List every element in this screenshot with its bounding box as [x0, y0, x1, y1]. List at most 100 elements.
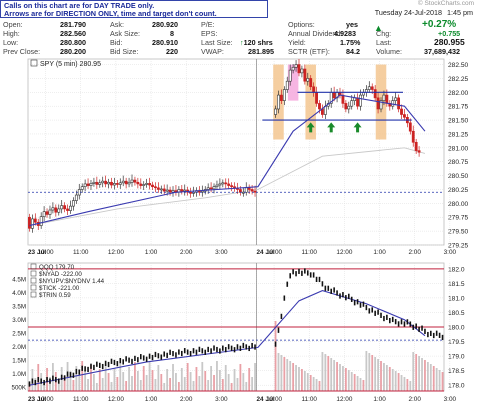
- last-value: 280.955: [434, 37, 465, 47]
- breadth-bar: [286, 359, 289, 391]
- breadth-bar: [391, 369, 394, 391]
- sctr-value: 84.2: [346, 47, 360, 56]
- breadth-bar: [145, 375, 148, 391]
- spy-candle: [139, 183, 143, 186]
- ask-size-label: Ask Size:: [110, 29, 140, 38]
- breadth-bar: [432, 366, 435, 391]
- spy-candle: [279, 94, 283, 101]
- breadth-bar: [251, 377, 254, 391]
- volume-value: 37,689,432: [424, 47, 460, 56]
- spy-candle: [71, 200, 75, 207]
- breadth-bar: [353, 374, 356, 391]
- spy-candle: [303, 68, 307, 82]
- spy-candle: [151, 184, 154, 188]
- breadth-bar: [400, 375, 403, 391]
- sctr-label: SCTR (ETF):: [288, 47, 330, 56]
- breadth-bar: [248, 368, 251, 391]
- spy-candle: [104, 180, 108, 185]
- breadth-bar: [163, 383, 166, 391]
- spy-candle: [28, 216, 31, 229]
- breadth-bar: [426, 362, 429, 391]
- spy-candle: [101, 180, 105, 184]
- spy-x-tick: 10:00: [38, 249, 54, 256]
- breadth-bar: [154, 379, 157, 391]
- qqq-volume-tick: 2.0M: [12, 344, 26, 351]
- breadth-bar: [383, 363, 385, 391]
- spy-candle: [400, 108, 403, 115]
- last-label: Last:: [376, 38, 392, 47]
- spy-x-tick: 1:00: [373, 249, 386, 256]
- breadth-bar: [142, 366, 145, 391]
- quote-table: Open: 281.790 High: 282.560 Low: 280.800…: [0, 19, 480, 56]
- spy-candle: [86, 183, 90, 186]
- breadth-bar: [131, 376, 133, 391]
- spy-candle: [291, 67, 295, 71]
- spy-candle: [221, 182, 225, 185]
- qqq-volume-tick: 4.0M: [12, 290, 26, 297]
- breadth-bar: [224, 365, 227, 391]
- bid-value: 280.910: [152, 38, 178, 47]
- breadth-bar: [306, 373, 309, 391]
- spy-y-tick: 282.50: [448, 62, 469, 69]
- qqq-y-tick: 181.0: [448, 295, 465, 302]
- breadth-bar: [359, 378, 362, 391]
- breadth-bar: [101, 378, 104, 391]
- high-value: 282.560: [60, 29, 86, 38]
- breadth-bar: [333, 360, 336, 391]
- breadth-bar: [186, 363, 189, 391]
- spy-candle: [136, 181, 140, 185]
- spy-candle: [215, 184, 219, 188]
- qqq-volume-tick: 2.5M: [12, 331, 26, 338]
- breadth-bar: [418, 356, 420, 391]
- spy-candle: [274, 108, 277, 115]
- breadth-bar: [377, 359, 379, 391]
- spy-y-tick: 279.75: [448, 215, 469, 222]
- spy-candle: [277, 94, 280, 110]
- breadth-bar: [315, 379, 318, 391]
- breadth-bar: [242, 373, 245, 391]
- breadth-bar: [233, 369, 236, 391]
- spy-candle: [414, 141, 418, 151]
- breadth-bar: [441, 372, 444, 391]
- spy-candle: [403, 114, 406, 118]
- yield-label: Yield:: [288, 38, 306, 47]
- spy-candle: [382, 94, 386, 101]
- spy-candle: [253, 190, 257, 193]
- spy-y-tick: 281.00: [448, 145, 469, 152]
- spy-candle: [282, 89, 286, 101]
- spy-candle: [250, 189, 254, 192]
- breadth-bar: [312, 377, 315, 391]
- breadth-bar: [151, 370, 154, 391]
- qqq-legend-label: $TICK -221.00: [39, 285, 80, 292]
- qqq-y-tick: 179.0: [448, 354, 465, 361]
- spy-candle: [247, 187, 251, 190]
- spy-candle: [54, 207, 58, 213]
- breadth-bar: [303, 371, 306, 391]
- spy-candle: [294, 64, 298, 68]
- spy-candle: [288, 69, 292, 82]
- qqq-x-tick: 10:00: [266, 396, 282, 403]
- spy-candle: [133, 179, 137, 183]
- spy-candle: [118, 182, 122, 185]
- breadth-bar: [324, 354, 327, 391]
- breadth-bar: [227, 374, 230, 391]
- spy-candle: [115, 183, 119, 185]
- qqq-y-tick: 180.0: [448, 325, 465, 332]
- notice-box: Calls on this chart are for DAY TRADE on…: [0, 0, 268, 18]
- spy-candle: [370, 86, 374, 90]
- breadth-bar: [245, 382, 248, 391]
- spy-candle: [63, 205, 67, 210]
- breadth-bar: [274, 321, 277, 391]
- spy-candle: [110, 181, 113, 186]
- breadth-bar: [330, 358, 333, 391]
- breadth-bar: [81, 361, 84, 391]
- breadth-bar: [397, 373, 400, 391]
- spy-candle: [42, 211, 46, 217]
- bid-size-value: 220: [166, 47, 178, 56]
- spy-candle: [89, 183, 93, 186]
- qqq-y-tick: 181.5: [448, 281, 465, 288]
- spy-candle: [367, 86, 371, 90]
- breadth-bar: [385, 365, 388, 391]
- qqq-x-tick: 2:00: [408, 396, 421, 403]
- spy-candle: [159, 188, 163, 191]
